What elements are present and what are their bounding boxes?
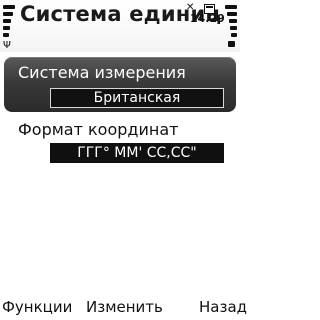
back-softkey[interactable]: Назад [199,298,247,316]
setting-label: Формат координат [18,120,179,139]
softkey-bar: Функции Изменить Назад [0,296,247,320]
setting-value: ГГГ° ММ' СС,СС" [50,143,224,163]
change-softkey[interactable]: Изменить [86,298,163,316]
antenna-icon: Ψ [3,40,11,51]
setting-value: Британская [50,88,224,108]
status-bar: Ψ Система единиц ✕ 14.29 [0,0,240,52]
setting-measurement-system[interactable]: Система измерения Британская [4,57,236,112]
battery-icon [228,41,235,47]
setting-label: Система измерения [18,63,186,82]
clock: 14.29 [190,12,225,25]
options-softkey[interactable]: Функции [2,298,72,316]
